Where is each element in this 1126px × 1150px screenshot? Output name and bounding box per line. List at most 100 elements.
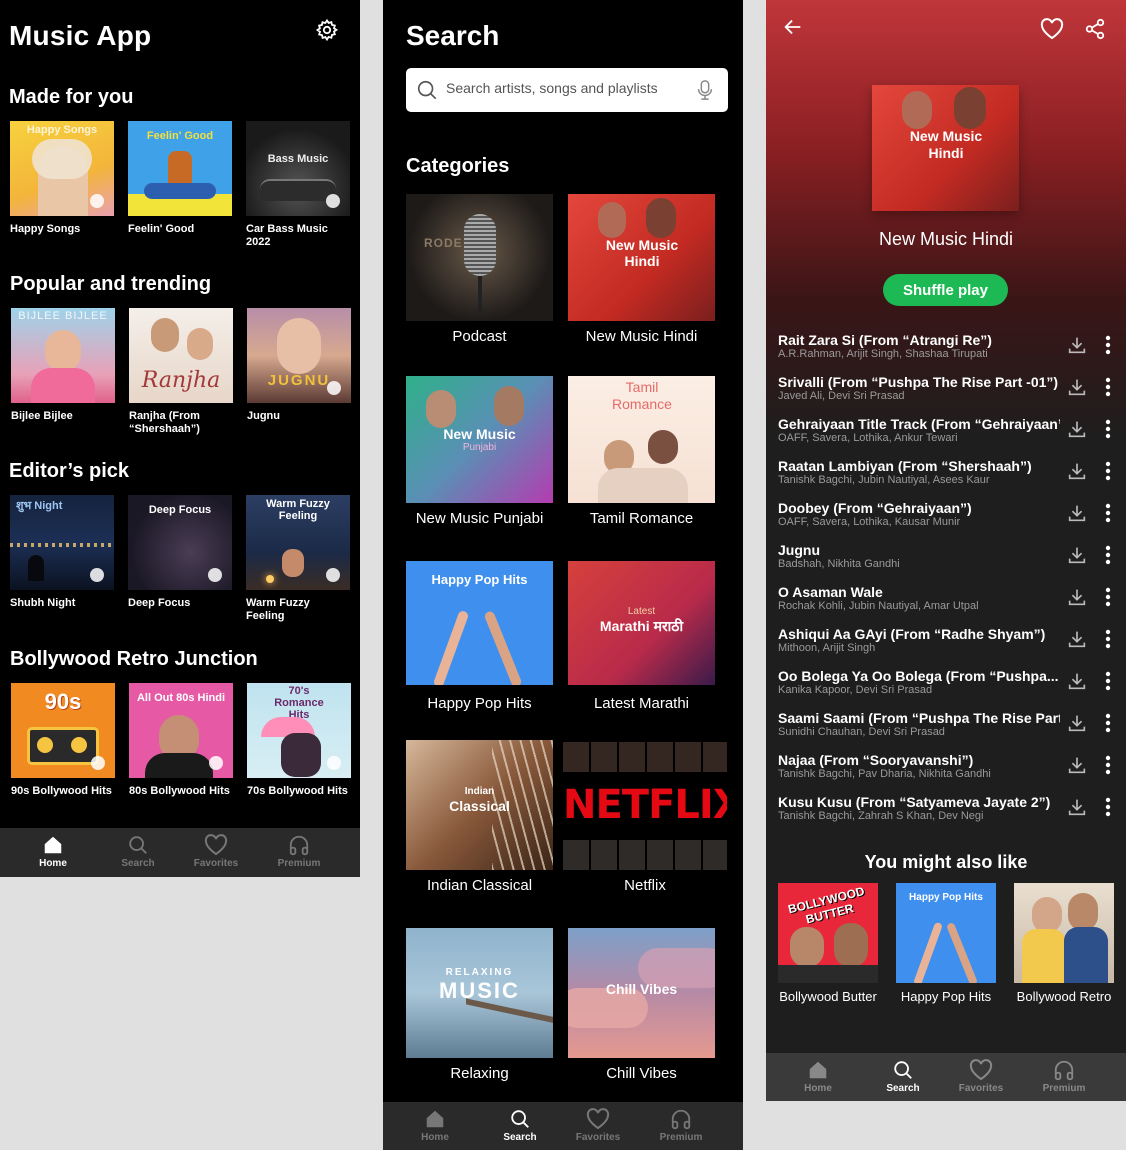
art-caption: 90s bbox=[44, 689, 82, 714]
track-row[interactable]: Oo Bolega Ya Oo Bolega (From “Pushpa... K… bbox=[778, 668, 1118, 698]
tile-car-bass-music[interactable]: Bass Music Car Bass Music 2022 bbox=[246, 121, 350, 249]
nav-premium[interactable]: Premium bbox=[259, 828, 339, 869]
more-vertical-icon[interactable] bbox=[1104, 543, 1112, 567]
nav-search[interactable]: Search bbox=[98, 828, 178, 869]
track-artists: OAFF, Savera, Lothika, Kausar Munir bbox=[778, 516, 961, 528]
track-row[interactable]: Jugnu Badshah, Nikhita Gandhi bbox=[778, 542, 1118, 572]
track-title: Doobey (From “Gehraiyaan”) bbox=[778, 500, 972, 516]
more-vertical-icon[interactable] bbox=[1104, 711, 1112, 735]
tile-deep-focus[interactable]: Deep Focus Deep Focus bbox=[128, 495, 232, 610]
nav-home[interactable]: Home bbox=[13, 828, 93, 869]
nav-premium[interactable]: Premium bbox=[1024, 1053, 1104, 1094]
microphone-icon[interactable] bbox=[696, 79, 714, 101]
nav-home[interactable]: Home bbox=[395, 1102, 475, 1143]
art-caption: New Music Hindi bbox=[605, 237, 679, 269]
rec-bollywood-butter[interactable]: BOLLYWOOD BUTTER Bollywood Butter bbox=[778, 883, 878, 1004]
tile-feelin-good[interactable]: Feelin' Good Feelin' Good bbox=[128, 121, 232, 236]
art-caption: शुभ Night bbox=[16, 500, 63, 512]
more-vertical-icon[interactable] bbox=[1104, 417, 1112, 441]
nav-home[interactable]: Home bbox=[778, 1053, 858, 1094]
download-icon[interactable] bbox=[1066, 712, 1088, 734]
share-icon[interactable] bbox=[1084, 18, 1106, 40]
track-row[interactable]: Najaa (From “Sooryavanshi”) Tanishk Bagch… bbox=[778, 752, 1118, 782]
download-icon[interactable] bbox=[1066, 544, 1088, 566]
track-row[interactable]: Doobey (From “Gehraiyaan”) OAFF, Savera, … bbox=[778, 500, 1118, 530]
tile-80s-bollywood[interactable]: All Out 80s Hindi 80s Bollywood Hits bbox=[129, 683, 233, 798]
bottom-nav: Home Search Favorites Premium bbox=[383, 1102, 743, 1150]
nav-favorites[interactable]: Favorites bbox=[558, 1102, 638, 1143]
category-happy-pop-hits[interactable]: Happy Pop Hits Happy Pop Hits bbox=[406, 561, 553, 712]
category-netflix[interactable]: NETFLIX Netflix bbox=[563, 740, 727, 894]
nav-search[interactable]: Search bbox=[480, 1102, 560, 1143]
nav-favorites[interactable]: Favorites bbox=[941, 1053, 1021, 1094]
tile-warm-fuzzy[interactable]: Warm Fuzzy Feeling Warm Fuzzy Feeling bbox=[246, 495, 350, 623]
category-podcast[interactable]: RODE Podcast bbox=[406, 194, 553, 345]
arrow-left-icon[interactable] bbox=[782, 16, 804, 38]
track-artists: Tanishk Bagchi, Pav Dharia, Nikhita Gand… bbox=[778, 768, 991, 780]
category-tamil-romance[interactable]: Tamil Romance Tamil Romance bbox=[568, 376, 715, 527]
more-vertical-icon[interactable] bbox=[1104, 753, 1112, 777]
track-row[interactable]: Kusu Kusu (From “Satyameva Jayate 2”) Tan… bbox=[778, 794, 1118, 824]
track-row[interactable]: O Asaman Wale Rochak Kohli, Jubin Nautiya… bbox=[778, 584, 1118, 614]
tile-art: 90s bbox=[11, 683, 115, 778]
download-icon[interactable] bbox=[1066, 628, 1088, 650]
nav-favorites[interactable]: Favorites bbox=[176, 828, 256, 869]
download-icon[interactable] bbox=[1066, 460, 1088, 482]
download-icon[interactable] bbox=[1066, 334, 1088, 356]
rec-happy-pop-hits[interactable]: Happy Pop Hits Happy Pop Hits bbox=[896, 883, 996, 1004]
art-subcaption: Classical bbox=[449, 798, 510, 814]
category-chill-vibes[interactable]: Chill Vibes Chill Vibes bbox=[568, 928, 715, 1082]
track-artists: Javed Ali, Devi Sri Prasad bbox=[778, 390, 905, 402]
search-bar[interactable] bbox=[406, 68, 728, 112]
tile-shubh-night[interactable]: शुभ Night Shubh Night bbox=[10, 495, 114, 610]
tile-90s-bollywood[interactable]: 90s 90s Bollywood Hits bbox=[11, 683, 115, 798]
download-icon[interactable] bbox=[1066, 754, 1088, 776]
more-vertical-icon[interactable] bbox=[1104, 375, 1112, 399]
category-new-music-punjabi[interactable]: New Music Punjabi New Music Punjabi bbox=[406, 376, 553, 527]
more-vertical-icon[interactable] bbox=[1104, 501, 1112, 525]
category-new-music-hindi[interactable]: New Music Hindi New Music Hindi bbox=[568, 194, 715, 345]
shuffle-play-button[interactable]: Shuffle play bbox=[883, 274, 1008, 306]
tile-label: Warm Fuzzy Feeling bbox=[246, 597, 310, 622]
category-latest-marathi[interactable]: Latest Marathi मराठी Latest Marathi bbox=[568, 561, 715, 712]
track-row[interactable]: Raatan Lambiyan (From “Shershaah”) Tanish… bbox=[778, 458, 1118, 488]
headphones-icon bbox=[1054, 1060, 1074, 1081]
download-icon[interactable] bbox=[1066, 418, 1088, 440]
nav-search[interactable]: Search bbox=[863, 1053, 943, 1094]
download-icon[interactable] bbox=[1066, 376, 1088, 398]
more-vertical-icon[interactable] bbox=[1104, 669, 1112, 693]
track-row[interactable]: Srivalli (From “Pushpa The Rise Part -01… bbox=[778, 374, 1118, 404]
more-vertical-icon[interactable] bbox=[1104, 585, 1112, 609]
more-vertical-icon[interactable] bbox=[1104, 795, 1112, 819]
download-icon[interactable] bbox=[1066, 670, 1088, 692]
nav-label: Search bbox=[503, 1132, 537, 1143]
more-vertical-icon[interactable] bbox=[1104, 459, 1112, 483]
nav-premium[interactable]: Premium bbox=[641, 1102, 721, 1143]
search-input[interactable] bbox=[446, 80, 686, 96]
more-vertical-icon[interactable] bbox=[1104, 333, 1112, 357]
track-row[interactable]: Saami Saami (From “Pushpa The Rise Part.… bbox=[778, 710, 1118, 740]
art-caption: Ranjha bbox=[141, 368, 221, 393]
tile-jugnu[interactable]: JUGNU Jugnu bbox=[247, 308, 351, 423]
track-artists: OAFF, Savera, Lothika, Ankur Tewari bbox=[778, 432, 958, 444]
tile-happy-songs[interactable]: Happy Songs Happy Songs bbox=[10, 121, 114, 236]
tile-ranjha[interactable]: Ranjha Ranjha (From “Shershaah”) bbox=[129, 308, 233, 436]
download-icon[interactable] bbox=[1066, 586, 1088, 608]
download-icon[interactable] bbox=[1066, 502, 1088, 524]
tile-70s-bollywood[interactable]: 70's Romance Hits 70s Bollywood Hits bbox=[247, 683, 351, 798]
gear-icon[interactable] bbox=[315, 18, 339, 42]
also-like-title: You might also like bbox=[864, 852, 1028, 872]
download-icon[interactable] bbox=[1066, 796, 1088, 818]
rec-bollywood-retro[interactable]: Bollywood Retro bbox=[1014, 883, 1114, 1004]
track-artists: Badshah, Nikhita Gandhi bbox=[778, 558, 900, 570]
category-label: Netflix bbox=[624, 877, 666, 894]
heart-icon[interactable] bbox=[1040, 18, 1064, 40]
track-row[interactable]: Gehraiyaan Title Track (From “Gehraiyaan… bbox=[778, 416, 1118, 446]
category-indian-classical[interactable]: Indian Classical Indian Classical bbox=[406, 740, 553, 894]
tile-bijlee-bijlee[interactable]: BIJLEE BIJLEE Bijlee Bijlee bbox=[11, 308, 115, 423]
more-vertical-icon[interactable] bbox=[1104, 627, 1112, 651]
tile-art: BIJLEE BIJLEE bbox=[11, 308, 115, 403]
track-row[interactable]: Ashiqui Aa GAyi (From “Radhe Shyam”) Mith… bbox=[778, 626, 1118, 656]
category-relaxing[interactable]: RELAXING MUSIC Relaxing bbox=[406, 928, 553, 1082]
track-row[interactable]: Rait Zara Si (From “Atrangi Re”) A.R.Rahm… bbox=[778, 332, 1118, 362]
